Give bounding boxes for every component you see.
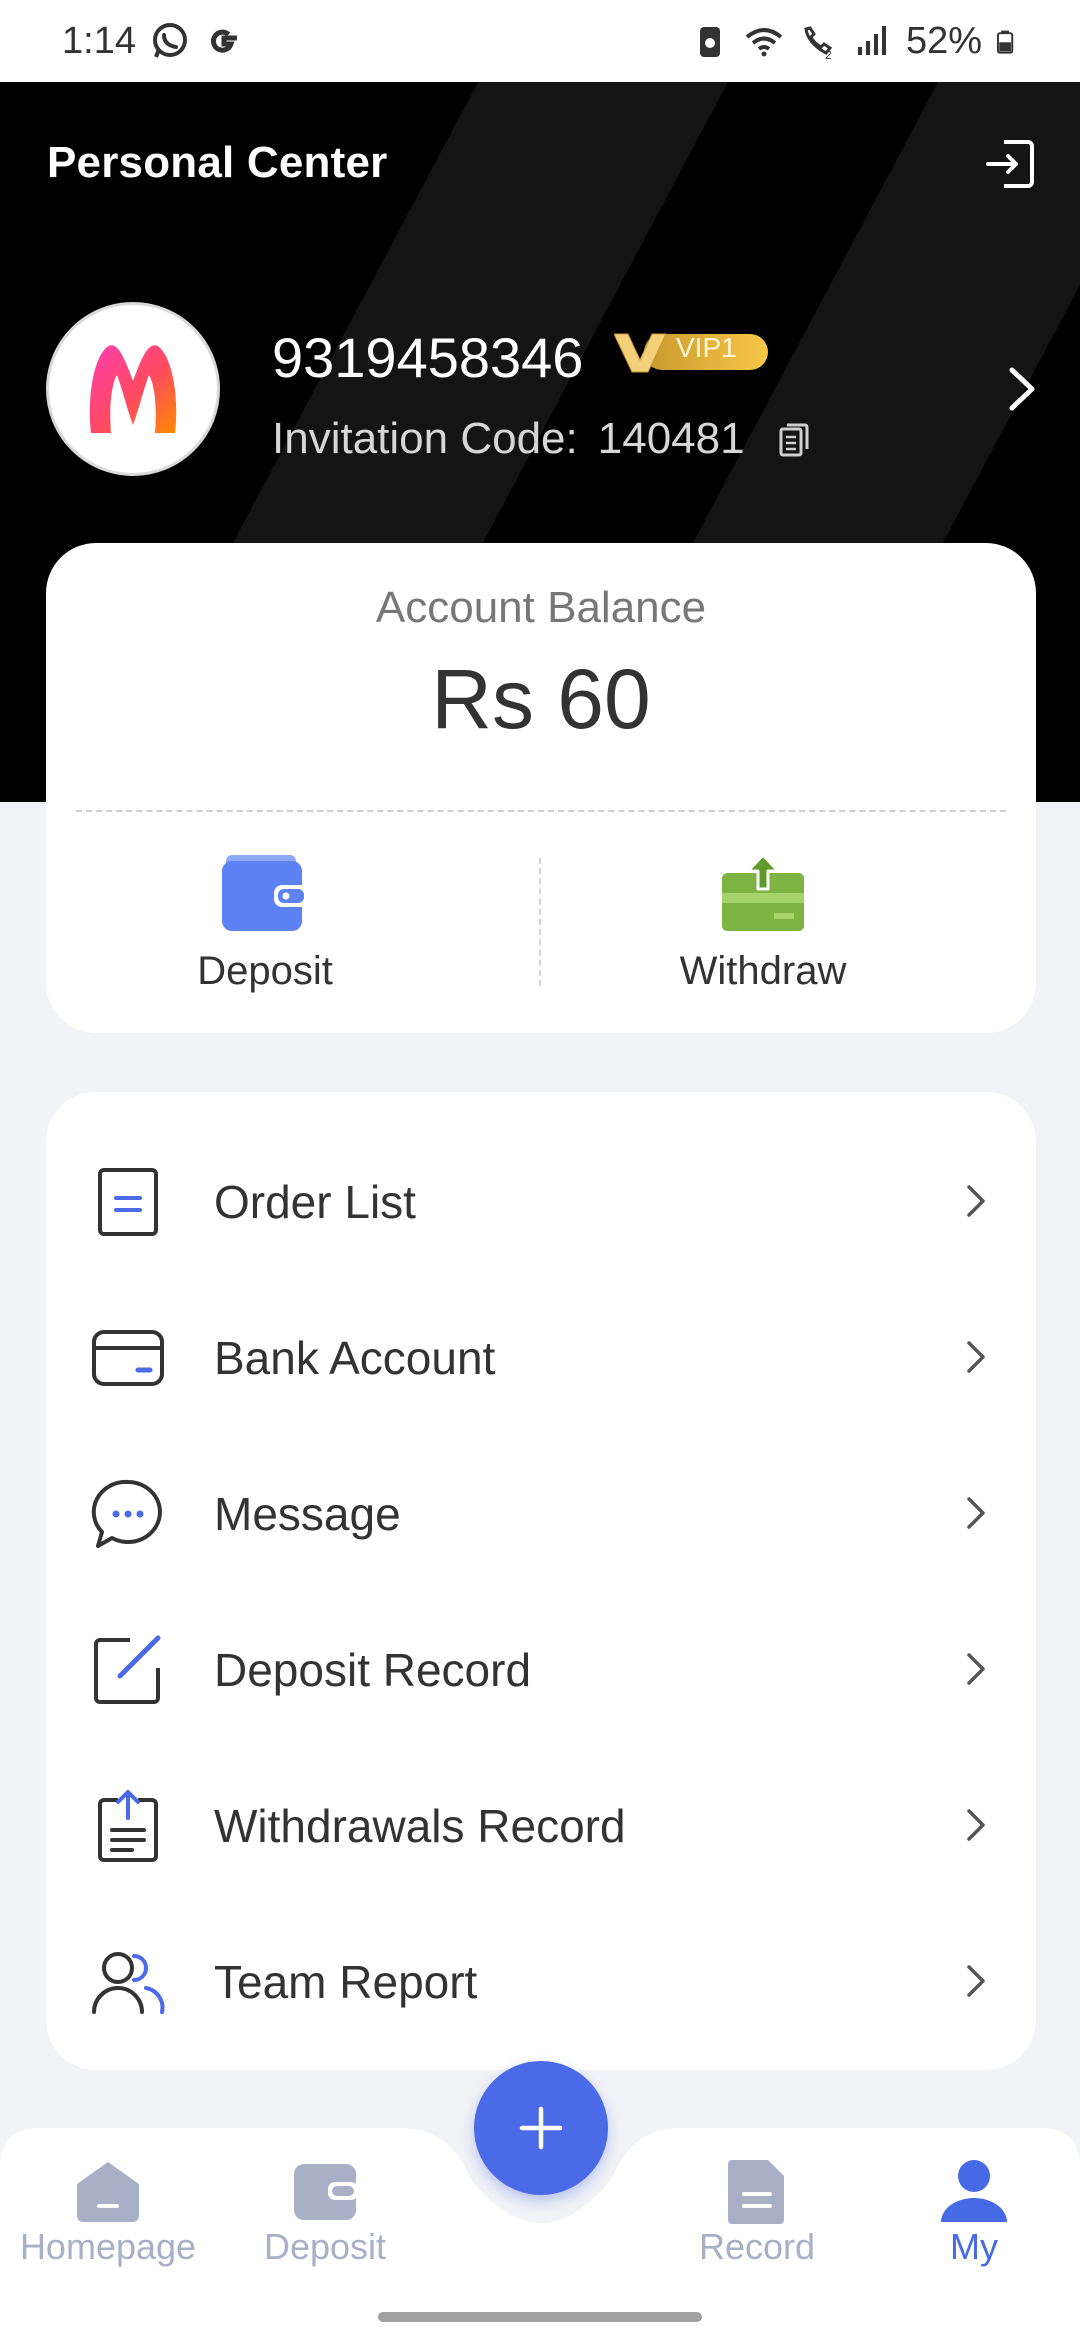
chevron-right-icon <box>967 1341 985 1373</box>
username: 9319458346 <box>272 326 584 389</box>
battery-saver-icon <box>699 27 720 57</box>
nav-deposit[interactable]: Deposit <box>225 2158 425 2268</box>
wifi-call-icon: 2 <box>804 26 833 61</box>
status-left: 1:14 <box>62 20 244 63</box>
balance-label: Account Balance <box>375 583 707 632</box>
menu-item-withdrawals-record[interactable]: Withdrawals Record <box>46 1748 1036 1904</box>
menu-item-order-list[interactable]: Order List <box>46 1124 1036 1280</box>
wallet-icon <box>294 2164 358 2220</box>
battery-icon <box>996 30 1014 54</box>
upload-clipboard-icon <box>98 1790 158 1862</box>
page-title: Personal Center <box>47 138 388 187</box>
balance-card: Account Balance Rs 60 Deposit Withdraw <box>46 543 1036 1033</box>
withdraw-label: Withdraw <box>679 949 847 993</box>
user-icon <box>941 2160 1007 2222</box>
add-button[interactable] <box>474 2061 608 2195</box>
status-time: 1:14 <box>62 19 136 62</box>
message-icon <box>91 1479 162 1548</box>
menu-item-label: Bank Account <box>214 1332 496 1384</box>
deposit-label: Deposit <box>197 949 333 993</box>
vip-badge: VIP1 <box>613 330 770 374</box>
wifi-icon <box>745 28 783 57</box>
nav-label: Homepage <box>19 2226 197 2267</box>
menu-item-deposit-record[interactable]: Deposit Record <box>46 1592 1036 1748</box>
svg-text:2: 2 <box>825 48 832 61</box>
menu-item-label: Team Report <box>214 1956 478 2008</box>
signal-icon <box>857 26 886 55</box>
menu-item-bank-account[interactable]: Bank Account <box>46 1280 1036 1436</box>
menu-item-label: Deposit Record <box>214 1644 532 1696</box>
screen: 1:14 2 52% Personal Center 9319458346 VI… <box>0 0 1080 2340</box>
divider <box>76 810 1006 812</box>
home-indicator[interactable] <box>378 2312 702 2322</box>
withdraw-icon <box>722 853 804 931</box>
divider <box>539 858 541 986</box>
edit-record-icon <box>94 1635 161 1704</box>
wallet-icon <box>222 855 308 931</box>
menu-item-label: Withdrawals Record <box>214 1800 626 1852</box>
nav-label: My <box>950 2226 998 2267</box>
nav-label: Deposit <box>263 2226 387 2267</box>
chevron-right-icon <box>967 1497 985 1529</box>
home-icon <box>77 2162 139 2222</box>
nav-homepage[interactable]: Homepage <box>8 2158 208 2268</box>
chevron-right-icon <box>967 1185 985 1217</box>
order-list-icon <box>98 1168 158 1236</box>
nav-my[interactable]: My <box>874 2158 1074 2268</box>
nav-record[interactable]: Record <box>657 2158 857 2268</box>
menu-item-label: Order List <box>214 1176 416 1228</box>
avatar[interactable] <box>46 302 220 476</box>
battery-percent: 52% <box>905 19 982 62</box>
menu-item-label: Message <box>214 1488 401 1540</box>
invite-code: 140481 <box>597 414 745 463</box>
invite-label: Invitation Code: <box>272 414 578 463</box>
plus-icon <box>519 2106 563 2150</box>
deposit-button[interactable]: Deposit <box>115 849 415 994</box>
document-icon <box>728 2160 784 2224</box>
bank-card-icon <box>92 1330 164 1386</box>
whatsapp-icon <box>152 23 187 58</box>
chevron-right-icon <box>967 1653 985 1685</box>
withdraw-button[interactable]: Withdraw <box>613 849 913 994</box>
balance-value: Rs 60 <box>431 652 651 746</box>
menu-item-message[interactable]: Message <box>46 1436 1036 1592</box>
chevron-right-icon <box>967 1965 985 1997</box>
invite-row: Invitation Code: 140481 <box>272 414 811 464</box>
menu-card: Order List Bank Account Message Deposit … <box>46 1092 1036 2070</box>
logout-icon[interactable] <box>982 136 1038 192</box>
status-bar: 1:14 2 52% <box>0 0 1080 82</box>
menu-item-team-report[interactable]: Team Report <box>46 1904 1036 2060</box>
team-icon <box>92 1952 165 2014</box>
status-right: 2 52% <box>690 20 1022 63</box>
nav-label: Record <box>698 2226 816 2267</box>
chevron-right-icon[interactable] <box>1004 364 1040 414</box>
copy-icon[interactable] <box>777 419 811 459</box>
brand-logo <box>89 345 177 433</box>
vip-level: VIP1 <box>676 332 737 363</box>
google-icon <box>210 29 237 53</box>
chevron-right-icon <box>967 1809 985 1841</box>
